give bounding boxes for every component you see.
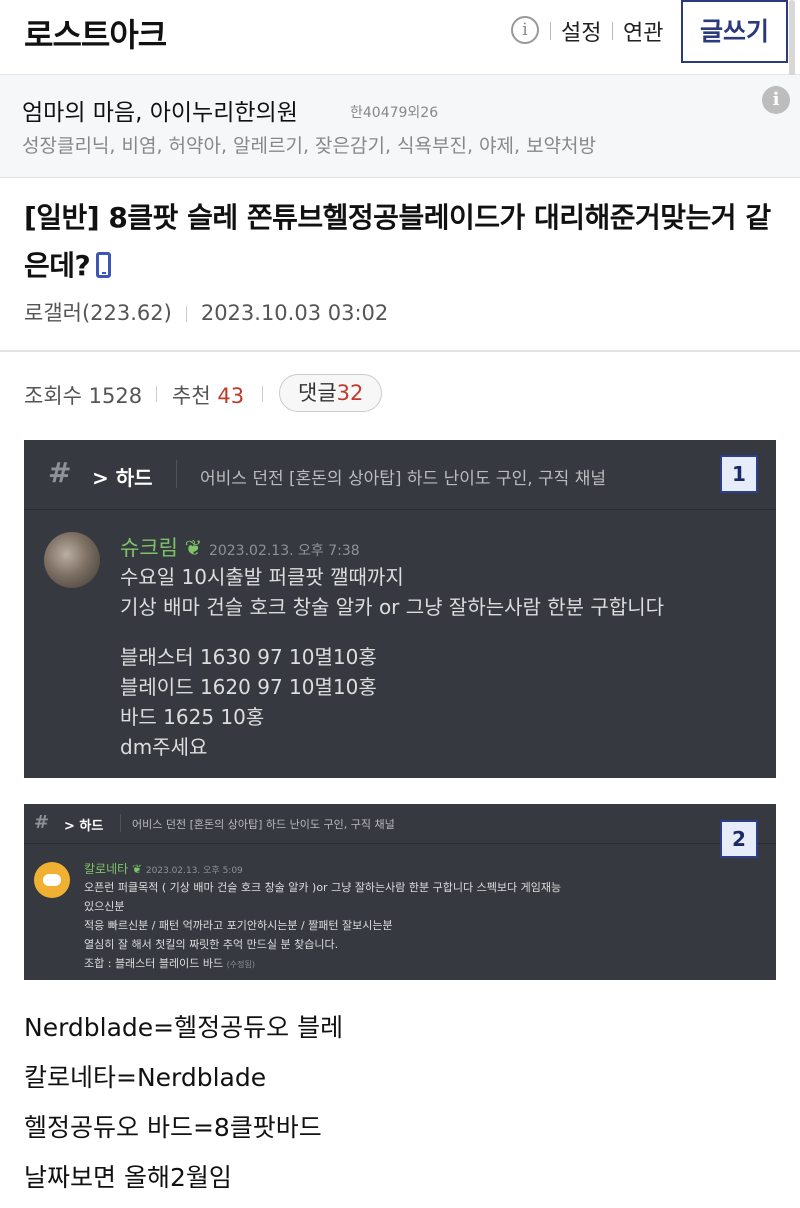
recommend-stat: 추천 43	[172, 380, 244, 410]
message-body: 오픈런 퍼클목적 ( 기상 배마 건슬 호크 창술 알카 )or 그냥 잘하는사…	[84, 878, 561, 974]
hashtag-icon: #	[48, 456, 72, 489]
ad-description: 성장클리닉, 비염, 허약아, 알레르기, 잦은감기, 식욕부진, 야제, 보약…	[22, 135, 596, 157]
stats-divider	[156, 386, 157, 402]
message-line-combo: 조합 : 블래스터 블레이드 바드 (수정됨)	[84, 954, 561, 974]
post-meta: 로갤러(223.62) 2023.10.03 03:02	[24, 297, 388, 327]
combo-text: 조합 : 블래스터 블레이드 바드	[84, 957, 224, 970]
comments-label: 댓글	[298, 381, 337, 405]
message-line: 블래스터 1630 97 10멸10홍	[120, 645, 377, 669]
info-icon[interactable]: i	[511, 16, 539, 44]
discord-screenshot-1: # > 하드 어비스 던전 [혼돈의 상아탑] 하드 난이도 구인, 구직 채널…	[24, 440, 776, 778]
hashtag-icon: #	[34, 812, 50, 833]
views-count: 1528	[88, 384, 143, 408]
ad-title[interactable]: 엄마의 마음, 아이누리한의원	[22, 93, 298, 127]
recommend-count: 43	[217, 384, 245, 408]
discord-screenshot-2: # > 하드 어비스 던전 [혼돈의 상아탑] 하드 난이도 구인, 구직 채널…	[24, 804, 776, 980]
body-line-4: 날짜보면 올해2월임	[24, 1163, 232, 1192]
channel-name: > 하드	[64, 819, 104, 834]
edited-tag: (수정됨)	[226, 960, 255, 969]
ad-banner[interactable]: 엄마의 마음, 아이누리한의원 한40479외26 성장클리닉, 비염, 허약아…	[0, 75, 800, 178]
gallery-title[interactable]: 로스트아크	[24, 10, 167, 56]
comments-button[interactable]: 댓글32	[279, 374, 383, 412]
message-timestamp: 2023.02.13. 오후 7:38	[208, 543, 360, 559]
channel-name: > 하드	[92, 466, 153, 490]
recommend-label: 추천	[172, 384, 211, 408]
message-line: 적응 빠르신분 / 패턴 억까라고 포기안하시는분 / 짤패턴 잘보시는분	[84, 919, 393, 932]
header-divider	[612, 22, 613, 40]
message-line: 바드 1625 10홍	[120, 705, 265, 729]
mobile-icon	[96, 252, 112, 278]
leaf-icon: ❦	[184, 536, 203, 560]
ad-info-icon[interactable]: i	[762, 86, 790, 114]
stats-divider	[262, 386, 263, 402]
header-divider	[550, 22, 551, 40]
body-line-2: 칼로네타=Nerdblade	[24, 1063, 267, 1092]
header-divider	[176, 460, 177, 488]
message-line: 있으신분	[84, 900, 125, 913]
channel-topic: 어비스 던전 [혼돈의 상아탑] 하드 난이도 구인, 구직 채널	[132, 818, 395, 831]
comments-count: 32	[336, 381, 364, 405]
channel-topic: 어비스 던전 [혼돈의 상아탑] 하드 난이도 구인, 구직 채널	[200, 469, 606, 489]
post-title: [일반] 8클팟 슬레 쫀튜브헬정공블레이드가 대리해준거맞는거 같은데?	[24, 194, 780, 290]
body-line-1: Nerdblade=헬정공듀오 블레	[24, 1013, 344, 1042]
username: 칼로네타	[84, 862, 129, 876]
username-row: 슈크림 ❦ 2023.02.13. 오후 7:38	[120, 532, 360, 562]
leaf-icon: ❦	[132, 862, 143, 876]
message-line: 열심히 잘 해서 첫킬의 짜릿한 추억 만드실 분 찾습니다.	[84, 938, 339, 951]
post-title-text: [일반] 8클팟 슬레 쫀튜브헬정공블레이드가 대리해준거맞는거 같은데?	[24, 201, 771, 282]
views-stat: 조회수 1528	[24, 380, 142, 410]
number-badge-2: 2	[720, 820, 758, 858]
ad-code: 한40479외26	[350, 105, 439, 121]
message-line: 수요일 10시출발 퍼클팟 깰때까지	[120, 565, 404, 589]
channel-header: # > 하드 어비스 던전 [혼돈의 상아탑] 하드 난이도 구인, 구직 채널…	[24, 804, 776, 858]
body-line-3: 헬정공듀오 바드=8클팟바드	[24, 1113, 322, 1142]
views-label: 조회수	[24, 384, 82, 408]
message-timestamp: 2023.02.13. 오후 5:09	[145, 866, 243, 876]
user-avatar	[44, 532, 100, 588]
message-line: 기상 배마 건슬 호크 창술 알카 or 그냥 잘하는사람 한분 구합니다	[120, 595, 665, 619]
post-date: 2023.10.03 03:02	[200, 301, 389, 325]
message-line: dm주세요	[120, 735, 208, 759]
message-body: 수요일 10시출발 퍼클팟 깰때까지 기상 배마 건슬 호크 창술 알카 or …	[120, 562, 664, 762]
username-row: 칼로네타 ❦ 2023.02.13. 오후 5:09	[84, 860, 243, 877]
discord-avatar-icon	[34, 862, 70, 898]
message-line: 블레이드 1620 97 10멸10홍	[120, 675, 377, 699]
header-divider	[120, 814, 121, 832]
settings-link[interactable]: 설정	[561, 15, 601, 47]
username: 슈크림	[120, 536, 178, 560]
write-button[interactable]: 글쓰기	[681, 0, 788, 63]
message-line-blank	[120, 622, 664, 642]
top-header: 로스트아크 i 설정 연관 글쓰기	[0, 0, 800, 75]
number-badge-1: 1	[720, 455, 758, 493]
related-link[interactable]: 연관	[623, 15, 663, 47]
section-divider	[0, 350, 800, 352]
message-line: 오픈런 퍼클목적 ( 기상 배마 건슬 호크 창술 알카 )or 그냥 잘하는사…	[84, 881, 562, 894]
meta-divider	[185, 306, 187, 322]
post-author[interactable]: 로갤러(223.62)	[24, 301, 172, 325]
channel-header: # > 하드 어비스 던전 [혼돈의 상아탑] 하드 난이도 구인, 구직 채널…	[24, 440, 776, 510]
